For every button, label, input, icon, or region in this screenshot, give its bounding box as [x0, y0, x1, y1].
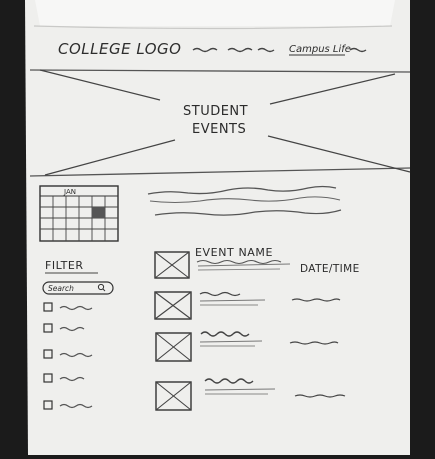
hero-title-line1: STUDENT: [183, 104, 248, 119]
paper-binding: [35, 0, 395, 26]
hero-title-line2: EVENTS: [192, 122, 246, 137]
calendar-selected-day[interactable]: [92, 207, 105, 218]
event-name-label[interactable]: EVENT NAME: [195, 246, 273, 259]
college-logo[interactable]: COLLEGE LOGO: [58, 40, 181, 58]
paper-sheet: [25, 0, 410, 455]
filter-heading: FILTER: [45, 259, 84, 272]
search-placeholder: Search: [48, 284, 74, 293]
event-datetime-label: DATE/TIME: [300, 263, 360, 275]
nav-link-campus-life[interactable]: Campus Life: [289, 44, 351, 55]
calendar-month-label: JAN: [63, 188, 76, 196]
sketch-canvas: COLLEGE LOGO Campus Life STUDENT EVENTS: [0, 0, 435, 459]
sketch-scene: COLLEGE LOGO Campus Life STUDENT EVENTS: [0, 0, 435, 459]
